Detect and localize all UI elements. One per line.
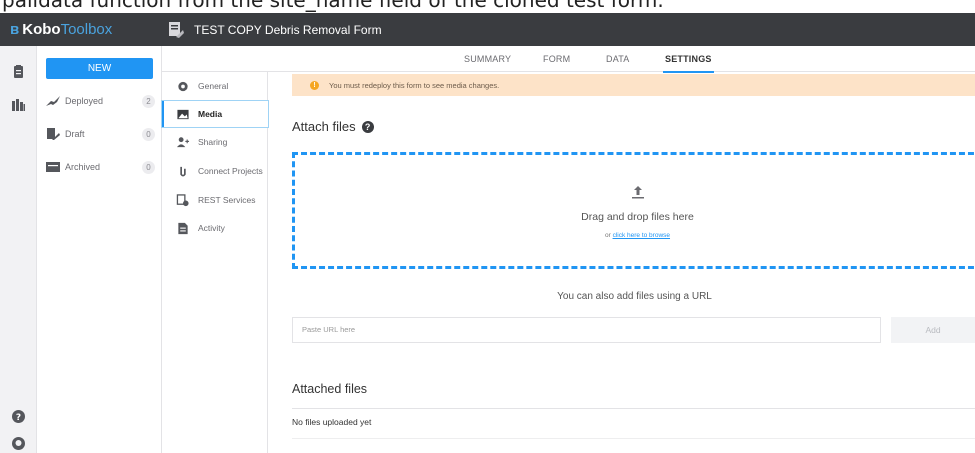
brand-name-strong: Kobo [22, 21, 61, 38]
user-add-icon [176, 136, 190, 147]
rest-services-icon [176, 193, 189, 206]
page: palidata function from the site_name fie… [0, 0, 975, 453]
subnav-item-label: REST Services [198, 195, 256, 205]
redeploy-alert-text: You must redeploy this form to see media… [329, 80, 500, 90]
subnav-item-general[interactable]: General [162, 73, 268, 99]
subnav-item-rest-services[interactable]: REST Services [162, 187, 268, 213]
add-url-button[interactable]: Add [891, 317, 975, 343]
divider [292, 408, 975, 409]
subnav-item-label: Connect Projects [198, 166, 263, 176]
left-rail: ? [0, 46, 37, 453]
dropzone-or: or [604, 232, 611, 239]
draft-icon [47, 128, 60, 140]
media-settings-main: ! You must redeploy this form to see med… [268, 72, 975, 453]
tab-summary[interactable]: SUMMARY [464, 54, 511, 64]
tab-settings[interactable]: SETTINGS [663, 54, 714, 73]
forms-icon[interactable] [11, 64, 26, 79]
subnav-item-connect-projects[interactable]: Connect Projects [162, 158, 268, 184]
sidebar-item-archived[interactable]: Archived 0 [45, 158, 155, 176]
svg-text:?: ? [16, 413, 21, 423]
dropzone-text: Drag and drop files here [581, 211, 694, 223]
sidebar-item-count: 0 [142, 127, 155, 141]
new-project-button[interactable]: NEW [46, 58, 153, 79]
no-files-message: No files uploaded yet [292, 417, 372, 427]
subnav-item-activity[interactable]: Activity [162, 215, 268, 241]
settings-subnav: General Media Sharing Connect Projects R… [161, 72, 269, 453]
subnav-item-label: General [198, 81, 229, 91]
upload-icon [632, 186, 644, 199]
activity-icon [178, 222, 188, 234]
attached-files-title: Attached files [292, 382, 368, 396]
form-deployed-icon [169, 21, 184, 38]
help-icon[interactable]: ? [361, 120, 374, 133]
attach-files-heading: Attach files ? [292, 119, 374, 134]
brand-logo[interactable]: ʙ Kobo Toolbox [0, 13, 162, 46]
dropzone-browse: or click here to browse [295, 232, 975, 239]
form-tabs: SUMMARY FORM DATA SETTINGS [162, 46, 975, 73]
url-label: You can also add files using a URL [557, 291, 712, 302]
sidebar-item-count: 0 [142, 160, 155, 174]
tab-form[interactable]: FORM [543, 54, 570, 64]
github-icon[interactable] [11, 436, 26, 451]
divider [292, 438, 975, 439]
sidebar-item-count: 2 [142, 94, 155, 108]
subnav-item-media[interactable]: Media [161, 100, 269, 128]
form-title: TEST COPY Debris Removal Form [162, 20, 382, 40]
paperclip-icon [180, 166, 186, 176]
library-icon[interactable] [11, 98, 26, 113]
tab-data[interactable]: DATA [606, 54, 629, 64]
subnav-item-label: Activity [198, 223, 225, 233]
top-bar: ʙ Kobo Toolbox TEST COPY Debris Removal F… [0, 13, 975, 46]
cropped-caption: palidata function from the site_name fie… [2, 0, 664, 12]
project-sidebar: NEW Deployed 2 Draft 0 Archived 0 [37, 46, 162, 453]
sidebar-item-deployed[interactable]: Deployed 2 [45, 92, 155, 110]
subnav-item-label: Media [198, 109, 223, 119]
sidebar-item-label: Archived [65, 162, 101, 172]
rocket-icon [46, 96, 60, 106]
brand-name-light: Toolbox [60, 21, 113, 38]
gear-icon [178, 81, 188, 91]
warning-icon: ! [310, 80, 319, 90]
file-dropzone[interactable]: Drag and drop files here or click here t… [292, 152, 975, 269]
subnav-item-label: Sharing [198, 137, 228, 147]
archive-icon [46, 162, 60, 172]
form-title-text: TEST COPY Debris Removal Form [194, 22, 382, 37]
sidebar-item-label: Deployed [65, 96, 104, 106]
browse-link[interactable]: click here to browse [613, 232, 670, 239]
sidebar-item-label: Draft [65, 129, 85, 139]
url-input[interactable]: Paste URL here [292, 317, 881, 343]
help-icon[interactable]: ? [11, 409, 26, 424]
image-icon [177, 109, 189, 119]
redeploy-alert: ! You must redeploy this form to see med… [292, 74, 975, 96]
sidebar-item-draft[interactable]: Draft 0 [45, 125, 155, 143]
attach-files-title: Attach files [292, 119, 356, 134]
kobo-logo-icon: ʙ [10, 21, 20, 38]
subnav-item-sharing[interactable]: Sharing [162, 129, 268, 155]
